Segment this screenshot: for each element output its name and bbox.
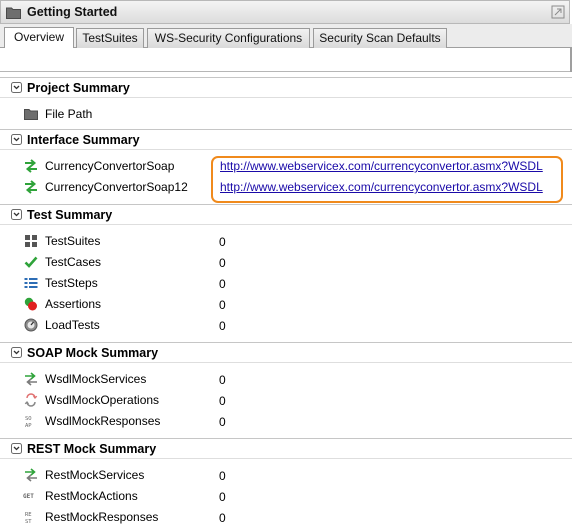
stat-name: TestCases — [45, 255, 102, 269]
svg-text:SO: SO — [25, 416, 32, 422]
file-path-label: File Path — [45, 107, 93, 121]
test-steps-row: TestSteps 0 — [0, 273, 572, 293]
highlight-box — [211, 156, 563, 203]
stat-value: 0 — [219, 277, 226, 291]
interface-summary-header[interactable]: Interface Summary — [0, 129, 572, 150]
get-icon: GET — [23, 493, 34, 500]
tab-overview[interactable]: Overview — [4, 27, 74, 48]
test-suites-row: TestSuites 0 — [0, 231, 572, 251]
test-summary-header[interactable]: Test Summary — [0, 204, 572, 225]
folder-icon — [6, 7, 21, 19]
stat-value: 0 — [219, 235, 226, 249]
stat-name: WsdlMockServices — [45, 372, 147, 386]
window-titlebar: Getting Started — [0, 0, 570, 24]
stat-value: 0 — [219, 511, 226, 525]
collapse-toggle-icon[interactable] — [11, 347, 22, 358]
grid-icon — [25, 235, 37, 247]
interface-name: CurrencyConvertorSoap — [45, 159, 175, 173]
maximize-icon[interactable] — [551, 5, 565, 19]
section-title: Interface Summary — [27, 132, 140, 147]
folder-icon — [24, 109, 38, 120]
assertion-icon — [24, 297, 37, 311]
get-icon-text: GET — [23, 493, 34, 500]
wsdl-mock-services-row: WsdlMockServices 0 — [0, 369, 572, 389]
mock-operation-icon — [24, 393, 38, 407]
stat-name: TestSteps — [45, 276, 98, 290]
section-title: SOAP Mock Summary — [27, 345, 159, 360]
tab-security-scan-defaults[interactable]: Security Scan Defaults — [313, 28, 447, 48]
stat-value: 0 — [219, 373, 226, 387]
stat-value: 0 — [219, 319, 226, 333]
file-path-row: File Path — [0, 104, 572, 124]
wsdl-mock-responses-row: SO AP WsdlMockResponses 0 — [0, 411, 572, 431]
project-summary-header[interactable]: Project Summary — [0, 77, 572, 98]
section-title: Test Summary — [27, 207, 113, 222]
rest-service-icon — [25, 468, 37, 482]
list-icon — [24, 278, 38, 288]
collapse-toggle-icon[interactable] — [11, 82, 22, 93]
stat-name: Assertions — [45, 297, 102, 311]
tab-ws-security[interactable]: WS-Security Configurations — [147, 28, 310, 48]
stat-value: 0 — [219, 298, 226, 312]
assertions-row: Assertions 0 — [0, 294, 572, 314]
stat-value: 0 — [219, 415, 226, 429]
stat-value: 0 — [219, 394, 226, 408]
wsdl-mock-operations-row: WsdlMockOperations 0 — [0, 390, 572, 410]
rest-mock-actions-row: GET RestMockActions 0 — [0, 486, 572, 506]
stat-value: 0 — [219, 469, 226, 483]
collapse-toggle-icon[interactable] — [11, 443, 22, 454]
interface-arrows-icon — [25, 159, 37, 173]
stat-name: WsdlMockOperations — [45, 393, 160, 407]
interface-name: CurrencyConvertorSoap12 — [45, 180, 188, 194]
stat-value: 0 — [219, 256, 226, 270]
stat-name: RestMockActions — [45, 489, 138, 503]
section-title: REST Mock Summary — [27, 441, 157, 456]
tab-bar: Overview TestSuites WS-Security Configur… — [0, 24, 572, 48]
svg-text:RE: RE — [25, 512, 32, 518]
mock-service-icon — [25, 372, 37, 386]
checkmark-icon — [24, 256, 38, 268]
stat-name: RestMockResponses — [45, 510, 159, 524]
stat-value: 0 — [219, 490, 226, 504]
stat-name: WsdlMockResponses — [45, 414, 161, 428]
stat-name: TestSuites — [45, 234, 101, 248]
mock-response-icon: SO AP — [25, 416, 32, 428]
collapse-toggle-icon[interactable] — [11, 209, 22, 220]
gauge-icon — [24, 318, 38, 332]
stat-name: RestMockServices — [45, 468, 145, 482]
interface-arrows-icon — [25, 180, 37, 194]
rest-mock-summary-header[interactable]: REST Mock Summary — [0, 438, 572, 459]
stat-name: LoadTests — [45, 318, 100, 332]
collapse-toggle-icon[interactable] — [11, 134, 22, 145]
svg-text:ST: ST — [25, 519, 32, 524]
window-title: Getting Started — [27, 5, 118, 19]
rest-mock-services-row: RestMockServices 0 — [0, 465, 572, 485]
soap-mock-summary-header[interactable]: SOAP Mock Summary — [0, 342, 572, 363]
tab-testsuites[interactable]: TestSuites — [76, 28, 144, 48]
section-title: Project Summary — [27, 80, 130, 95]
rest-mock-responses-row: RE ST RestMockResponses 0 — [0, 507, 572, 527]
svg-text:AP: AP — [25, 423, 32, 428]
test-cases-row: TestCases 0 — [0, 252, 572, 272]
load-tests-row: LoadTests 0 — [0, 315, 572, 335]
toolbar-area — [0, 48, 572, 72]
rest-response-icon: RE ST — [25, 512, 32, 524]
